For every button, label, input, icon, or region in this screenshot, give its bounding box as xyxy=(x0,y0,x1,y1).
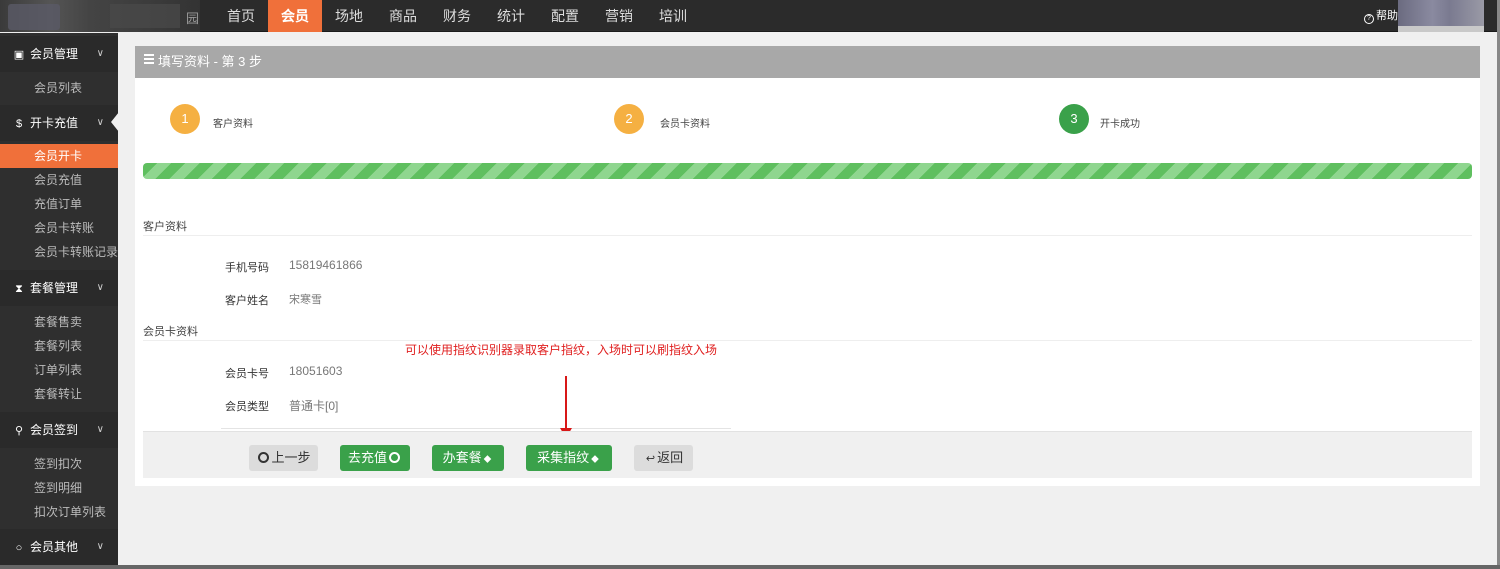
sidebar-item-recharge-orders[interactable]: 充值订单 xyxy=(0,192,118,216)
circle-arrow-right-icon xyxy=(389,452,400,463)
phone-label: 手机号码 xyxy=(225,262,269,274)
active-menu-pointer xyxy=(111,112,119,132)
sidebar-group-label: 会员管理 xyxy=(30,47,79,61)
step-2-label: 会员卡资料 xyxy=(660,119,710,130)
question-icon: ? xyxy=(1364,14,1374,24)
top-navbar: 园 首页 会员 场地 商品 财务 统计 配置 营销 培训 ? 帮助 xyxy=(0,0,1500,32)
sidebar-item-checkin-detail[interactable]: 签到明细 xyxy=(0,476,118,500)
fingerprint-label: 采集指纹 xyxy=(537,450,590,465)
card-number-value: 18051603 xyxy=(289,364,343,378)
chevron-down-icon: ∨ xyxy=(96,117,104,128)
sidebar: ▣ 会员管理 ∨ 会员列表 $ 开卡充值 ∨ 会员开卡 会员充值 充值订单 会员卡转账 … xyxy=(0,33,118,569)
nav-marketing[interactable]: 营销 xyxy=(592,0,646,32)
chevron-down-icon: ∨ xyxy=(96,282,104,293)
step-1-label: 客户资料 xyxy=(213,119,253,130)
fingerprint-annotation: 可以使用指纹识别器录取客户指纹，入场时可以刷指纹入场 xyxy=(405,343,718,357)
phone-value: 15819461866 xyxy=(289,258,363,272)
step-1-circle: 1 xyxy=(170,104,200,134)
panel-title: 填写资料 - 第 3 步 xyxy=(158,54,263,69)
nav-home[interactable]: 首页 xyxy=(214,0,268,32)
main-nav: 首页 会员 场地 商品 财务 统计 配置 营销 培训 xyxy=(214,0,700,32)
customer-section-title: 客户资料 xyxy=(143,221,187,233)
fingerprint-button[interactable]: 采集指纹 ⬥ xyxy=(526,445,612,471)
back-button[interactable]: ↩ 返回 xyxy=(634,445,693,471)
sidebar-item-package-transfer[interactable]: 套餐转让 xyxy=(0,382,118,406)
card-type-label: 会员类型 xyxy=(225,401,269,413)
package-label: 办套餐 xyxy=(442,450,482,465)
nav-config[interactable]: 配置 xyxy=(538,0,592,32)
help-link[interactable]: ? 帮助 xyxy=(1364,0,1398,32)
sidebar-group-label: 会员签到 xyxy=(30,423,79,437)
sidebar-item-checkin-deduct[interactable]: 签到扣次 xyxy=(0,452,118,476)
sidebar-group-checkin[interactable]: ⚲ 会员签到 ∨ xyxy=(0,412,118,448)
sidebar-item-recharge[interactable]: 会员充值 xyxy=(0,168,118,192)
circle-arrow-left-icon xyxy=(258,452,270,463)
chevron-down-icon: ∨ xyxy=(96,48,104,59)
recharge-button[interactable]: 去充值 xyxy=(340,445,410,471)
nav-goods[interactable]: 商品 xyxy=(376,0,430,32)
back-label: 返回 xyxy=(657,450,684,465)
field-divider xyxy=(221,428,731,429)
nav-training[interactable]: 培训 xyxy=(646,0,700,32)
sidebar-item-package-list[interactable]: 套餐列表 xyxy=(0,334,118,358)
sidebar-item-transfer-records[interactable]: 会员卡转账记录 xyxy=(0,240,118,264)
sidebar-item-card-transfer[interactable]: 会员卡转账 xyxy=(0,216,118,240)
chevron-down-icon: ∨ xyxy=(96,424,104,435)
id-card-icon: ▣ xyxy=(13,49,25,61)
section-divider xyxy=(143,235,1472,236)
card-number-label: 会员卡号 xyxy=(225,368,269,380)
step-3-label: 开卡成功 xyxy=(1100,119,1140,130)
name-label: 客户姓名 xyxy=(225,295,269,307)
section-divider xyxy=(143,340,1472,341)
chevron-down-icon: ∨ xyxy=(96,541,104,552)
reply-icon: ↩ xyxy=(645,453,656,465)
step-2-circle: 2 xyxy=(614,104,644,134)
nav-member[interactable]: 会员 xyxy=(268,0,322,32)
prev-step-label: 上一步 xyxy=(271,450,311,465)
sidebar-group-package[interactable]: ⧗ 套餐管理 ∨ xyxy=(0,270,118,306)
tags-icon: ⬥ xyxy=(483,453,492,465)
sidebar-group-other[interactable]: ○ 会员其他 ∨ xyxy=(0,529,118,565)
sidebar-item-order-list[interactable]: 订单列表 xyxy=(0,358,118,382)
progress-bar xyxy=(143,163,1472,179)
user-menu-strip xyxy=(1398,26,1484,32)
menu-bars-icon xyxy=(144,52,154,66)
recharge-label: 去充值 xyxy=(347,450,387,465)
sidebar-group-member-manage[interactable]: ▣ 会员管理 ∨ xyxy=(0,36,118,72)
tags-icon: ⬥ xyxy=(591,453,599,465)
nav-venue[interactable]: 场地 xyxy=(322,0,376,32)
annotation-arrow xyxy=(565,376,567,430)
logo-avatar xyxy=(8,4,60,30)
step-3-circle: 3 xyxy=(1059,104,1089,134)
sidebar-item-open-card[interactable]: 会员开卡 xyxy=(0,144,118,168)
form-panel: 填写资料 - 第 3 步 1 客户资料 2 会员卡资料 3 开卡成功 客户资料 … xyxy=(135,46,1480,486)
card-type-value: 普通卡[0] xyxy=(289,399,339,413)
card-section-title: 会员卡资料 xyxy=(143,326,198,338)
map-pin-icon: ⚲ xyxy=(14,425,24,437)
nav-finance[interactable]: 财务 xyxy=(430,0,484,32)
prev-step-button[interactable]: 上一步 xyxy=(249,445,318,471)
logo-glyph: 园 xyxy=(186,11,200,26)
sidebar-group-label: 开卡充值 xyxy=(30,116,79,130)
sidebar-item-package-sale[interactable]: 套餐售卖 xyxy=(0,310,118,334)
help-label: 帮助 xyxy=(1376,10,1398,22)
dollar-icon: $ xyxy=(15,118,23,130)
hourglass-icon: ⧗ xyxy=(15,283,23,295)
panel-header: 填写资料 - 第 3 步 xyxy=(135,46,1480,78)
circle-icon: ○ xyxy=(15,542,23,554)
sidebar-group-label: 会员其他 xyxy=(30,540,79,554)
package-button[interactable]: 办套餐 ⬥ xyxy=(432,445,504,471)
sidebar-group-label: 套餐管理 xyxy=(30,281,79,295)
logo-text-blurred xyxy=(110,4,180,28)
sidebar-item-deduct-orders[interactable]: 扣次订单列表 xyxy=(0,500,118,524)
window-border-bottom xyxy=(0,565,1500,569)
logo[interactable]: 园 xyxy=(0,0,200,32)
sidebar-item-member-list[interactable]: 会员列表 xyxy=(0,76,118,100)
sidebar-group-card-recharge[interactable]: $ 开卡充值 ∨ xyxy=(0,105,118,141)
nav-stats[interactable]: 统计 xyxy=(484,0,538,32)
name-value: 宋寒雪 xyxy=(289,294,322,306)
